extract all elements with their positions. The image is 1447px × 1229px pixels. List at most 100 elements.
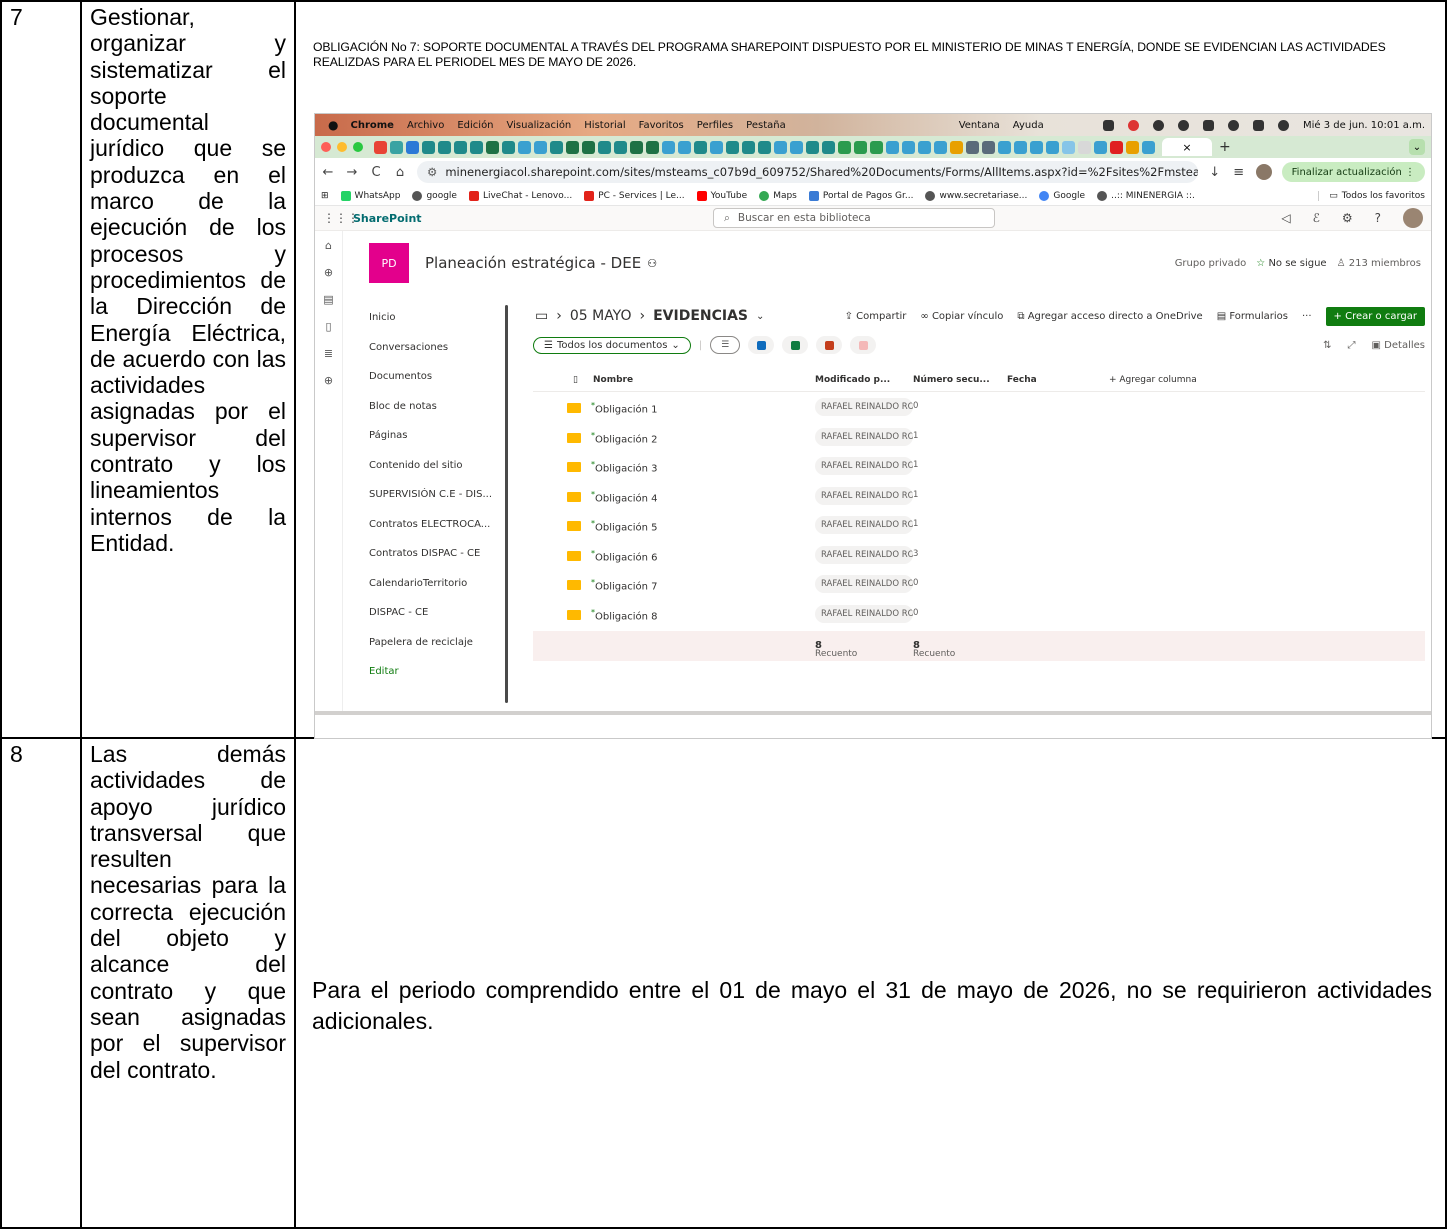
menu-item[interactable]: Perfiles	[697, 120, 733, 131]
filter-button[interactable]: ☰	[710, 336, 741, 354]
menu-item[interactable]: Chrome	[350, 120, 393, 131]
nav-item[interactable]: CalendarioTerritorio	[369, 577, 509, 607]
tab-icon[interactable]	[1062, 140, 1075, 154]
file-type-icon[interactable]: ▯	[573, 375, 578, 385]
tab-icon[interactable]	[566, 140, 579, 154]
nav-item[interactable]: Páginas	[369, 429, 509, 459]
user-avatar[interactable]	[1403, 208, 1423, 228]
bookmark-item[interactable]: google	[412, 190, 457, 201]
folder-name[interactable]: *Obligación 6	[591, 549, 658, 563]
chevron-down-icon[interactable]: ⌄	[756, 311, 764, 322]
tab-icon[interactable]	[790, 140, 803, 154]
folder-name[interactable]: *Obligación 5	[591, 519, 658, 533]
search-icon[interactable]	[1228, 119, 1239, 131]
tab-icon[interactable]	[934, 140, 947, 154]
breadcrumb-current[interactable]: EVIDENCIAS	[653, 308, 748, 324]
bookmark-item[interactable]: www.secretariase...	[925, 190, 1027, 201]
tab-icon[interactable]	[742, 140, 755, 154]
list-item[interactable]: *Obligación 7 RAFAEL REINALDO RO 0	[533, 570, 1425, 600]
nav-scrollbar[interactable]	[505, 305, 508, 703]
horizontal-scrollbar[interactable]	[315, 711, 1431, 715]
menu-item[interactable]: Edición	[457, 120, 493, 131]
bookmark-item[interactable]: Google	[1039, 190, 1085, 201]
sharepoint-brand[interactable]: SharePoint	[353, 212, 713, 225]
nav-item[interactable]: Documentos	[369, 370, 509, 400]
tab-icon[interactable]	[710, 140, 723, 154]
tab-icon[interactable]	[438, 140, 451, 154]
nav-item[interactable]: Contratos DISPAC - CE	[369, 547, 509, 577]
tab-icon[interactable]	[1046, 140, 1059, 154]
author-pill[interactable]: RAFAEL REINALDO RO	[815, 545, 913, 564]
folder-name[interactable]: *Obligación 7	[591, 578, 658, 592]
nav-item[interactable]: Contratos ELECTROCA...	[369, 518, 509, 548]
bookmark-item[interactable]: Maps	[759, 190, 797, 201]
tab-icon[interactable]	[406, 140, 419, 154]
menu-item[interactable]: Ventana	[959, 120, 1000, 131]
nav-item[interactable]: Conversaciones	[369, 341, 509, 371]
bookmark-item[interactable]: PC - Services | Le...	[584, 190, 685, 201]
download-icon[interactable]: ↓	[1208, 165, 1222, 180]
menu-item[interactable]: Pestaña	[746, 120, 786, 131]
create-upload-button[interactable]: + Crear o cargar	[1325, 306, 1425, 326]
share-icon[interactable]: ℰ	[1313, 211, 1320, 225]
siri-icon[interactable]	[1278, 119, 1289, 131]
author-pill[interactable]: RAFAEL REINALDO RO	[815, 457, 913, 475]
play-icon[interactable]	[1153, 119, 1164, 131]
excel-filter-chip[interactable]	[782, 336, 809, 354]
author-pill[interactable]: RAFAEL REINALDO RO	[815, 398, 913, 416]
tab-icon[interactable]	[966, 140, 979, 154]
status-icon[interactable]	[1128, 119, 1139, 131]
tab-icon[interactable]	[726, 140, 739, 154]
column-sequence[interactable]: Número secu...	[913, 375, 990, 385]
tab-icon[interactable]	[1142, 140, 1155, 154]
help-icon[interactable]: ?	[1375, 211, 1381, 225]
tab-icon[interactable]	[998, 140, 1011, 154]
add-column-button[interactable]: + Agregar columna	[1109, 375, 1197, 385]
tab-icon[interactable]	[1126, 140, 1139, 154]
nav-item[interactable]: Papelera de reciclaje	[369, 636, 509, 666]
tab-icon[interactable]	[646, 140, 659, 154]
author-pill[interactable]: RAFAEL REINALDO RO	[815, 604, 913, 623]
control-center-icon[interactable]	[1253, 119, 1264, 131]
outlook-filter-chip[interactable]	[748, 336, 775, 354]
nav-item[interactable]: Inicio	[369, 311, 509, 341]
tab-search-icon[interactable]: ⌄	[1409, 139, 1425, 155]
expand-icon[interactable]: ⤢	[1348, 340, 1356, 351]
author-pill[interactable]: RAFAEL REINALDO RO	[815, 486, 913, 505]
wifi-icon[interactable]	[1178, 119, 1189, 131]
tab-icon[interactable]	[854, 140, 867, 154]
tab-icon[interactable]	[1014, 140, 1027, 154]
bookmark-item[interactable]: ..:: MINENERGIA ::.	[1097, 190, 1195, 201]
bookmark-item[interactable]: YouTube	[696, 190, 747, 201]
menu-item[interactable]: Archivo	[407, 120, 444, 131]
all-bookmarks-button[interactable]: ▭ Todos los favoritos	[1318, 190, 1425, 201]
copy-link-button[interactable]: ∞ Copiar vínculo	[920, 311, 1003, 322]
tab-icon[interactable]	[518, 140, 531, 154]
address-bar[interactable]: ⚙ minenergiacol.sharepoint.com/sites/mst…	[417, 161, 1198, 183]
tab-icon[interactable]	[630, 140, 643, 154]
tab-icon[interactable]	[486, 140, 499, 154]
tab-icon[interactable]	[550, 140, 563, 154]
follow-button[interactable]: ☆ No se sigue	[1256, 258, 1326, 269]
reading-list-icon[interactable]: ≡	[1232, 165, 1246, 180]
home-icon[interactable]: ⌂	[393, 165, 407, 180]
back-icon[interactable]: ←	[321, 165, 335, 180]
more-button[interactable]: ···	[1302, 311, 1312, 322]
details-button[interactable]: ▣ Detalles	[1372, 340, 1425, 351]
folder-name[interactable]: *Obligación 4	[591, 490, 658, 504]
gmail-tab-icon[interactable]	[374, 140, 387, 154]
folder-name[interactable]: *Obligación 3	[591, 460, 658, 474]
powerpoint-filter-chip[interactable]	[816, 336, 843, 354]
nav-item[interactable]: DISPAC - CE	[369, 606, 509, 636]
menu-item[interactable]: Ayuda	[1013, 120, 1044, 131]
tab-icon[interactable]	[1078, 140, 1091, 154]
bookmark-item[interactable]: Portal de Pagos Gr...	[808, 190, 913, 201]
author-pill[interactable]: RAFAEL REINALDO RO	[815, 516, 913, 534]
tab-icon[interactable]	[454, 140, 467, 154]
forms-button[interactable]: ▤ Formularios	[1217, 311, 1288, 322]
list-item[interactable]: *Obligación 4 RAFAEL REINALDO RO 1	[533, 482, 1425, 512]
tab-icon[interactable]	[902, 140, 915, 154]
sort-icon[interactable]: ⇅	[1323, 340, 1331, 351]
breadcrumb-parent[interactable]: 05 MAYO	[570, 308, 632, 324]
tab-icon[interactable]	[806, 140, 819, 154]
